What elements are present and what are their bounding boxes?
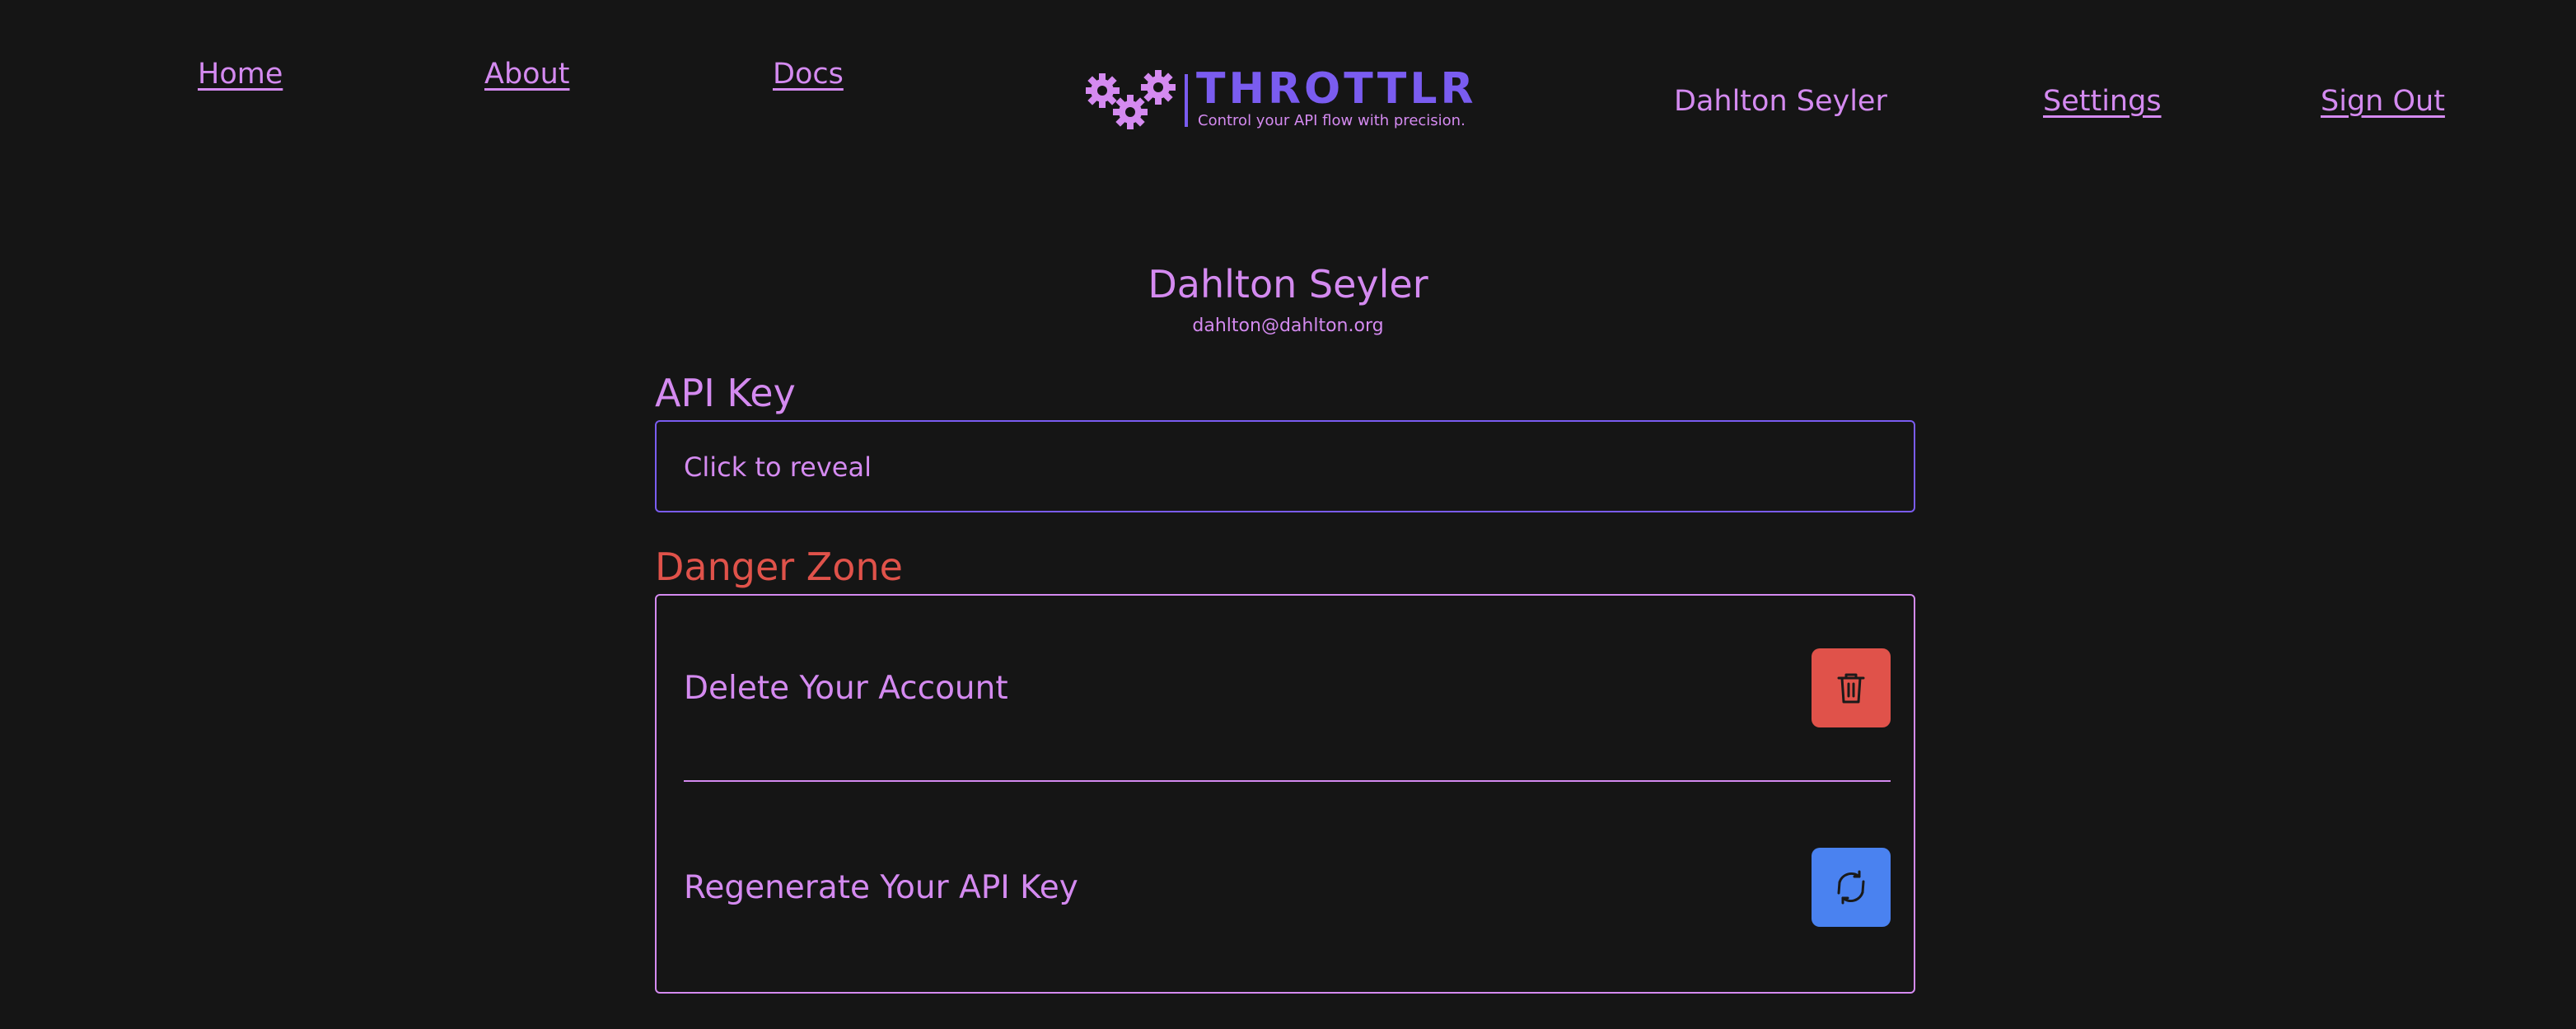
nav-about-link[interactable]: About <box>484 58 569 91</box>
regenerate-api-key-button[interactable] <box>1812 848 1891 927</box>
gears-icon <box>1086 70 1176 129</box>
logo-divider <box>1185 74 1188 127</box>
danger-zone-heading: Danger Zone <box>655 545 903 589</box>
regenerate-api-key-label: Regenerate Your API Key <box>684 869 1078 906</box>
nav-settings-link[interactable]: Settings <box>2043 85 2162 118</box>
danger-zone-divider <box>684 780 1891 782</box>
logo-wordmark: THROTTLR <box>1196 64 1477 114</box>
profile-email: dahlton@dahlton.org <box>1192 316 1384 336</box>
danger-zone-panel: Delete Your Account Regenerate Your API … <box>655 594 1915 994</box>
logo-tagline: Control your API flow with precision. <box>1198 112 1466 129</box>
api-key-reveal-text: Click to reveal <box>684 451 872 483</box>
nav-docs-link[interactable]: Docs <box>773 58 844 91</box>
refresh-icon <box>1837 870 1865 905</box>
delete-account-label: Delete Your Account <box>684 670 1008 707</box>
nav-home-link[interactable]: Home <box>198 58 283 91</box>
nav-user-name: Dahlton Seyler <box>1674 85 1887 118</box>
delete-account-button[interactable] <box>1812 648 1891 727</box>
api-key-reveal-box[interactable]: Click to reveal <box>655 420 1915 512</box>
trash-icon <box>1837 673 1865 704</box>
throttlr-logo[interactable]: THROTTLR Control your API flow with prec… <box>1086 64 1489 132</box>
profile-name: Dahlton Seyler <box>1148 262 1428 306</box>
nav-sign-out-link[interactable]: Sign Out <box>2321 85 2445 118</box>
api-key-heading: API Key <box>655 371 796 415</box>
settings-page: Home About Docs THROTTLR Control your AP… <box>0 0 2576 1029</box>
